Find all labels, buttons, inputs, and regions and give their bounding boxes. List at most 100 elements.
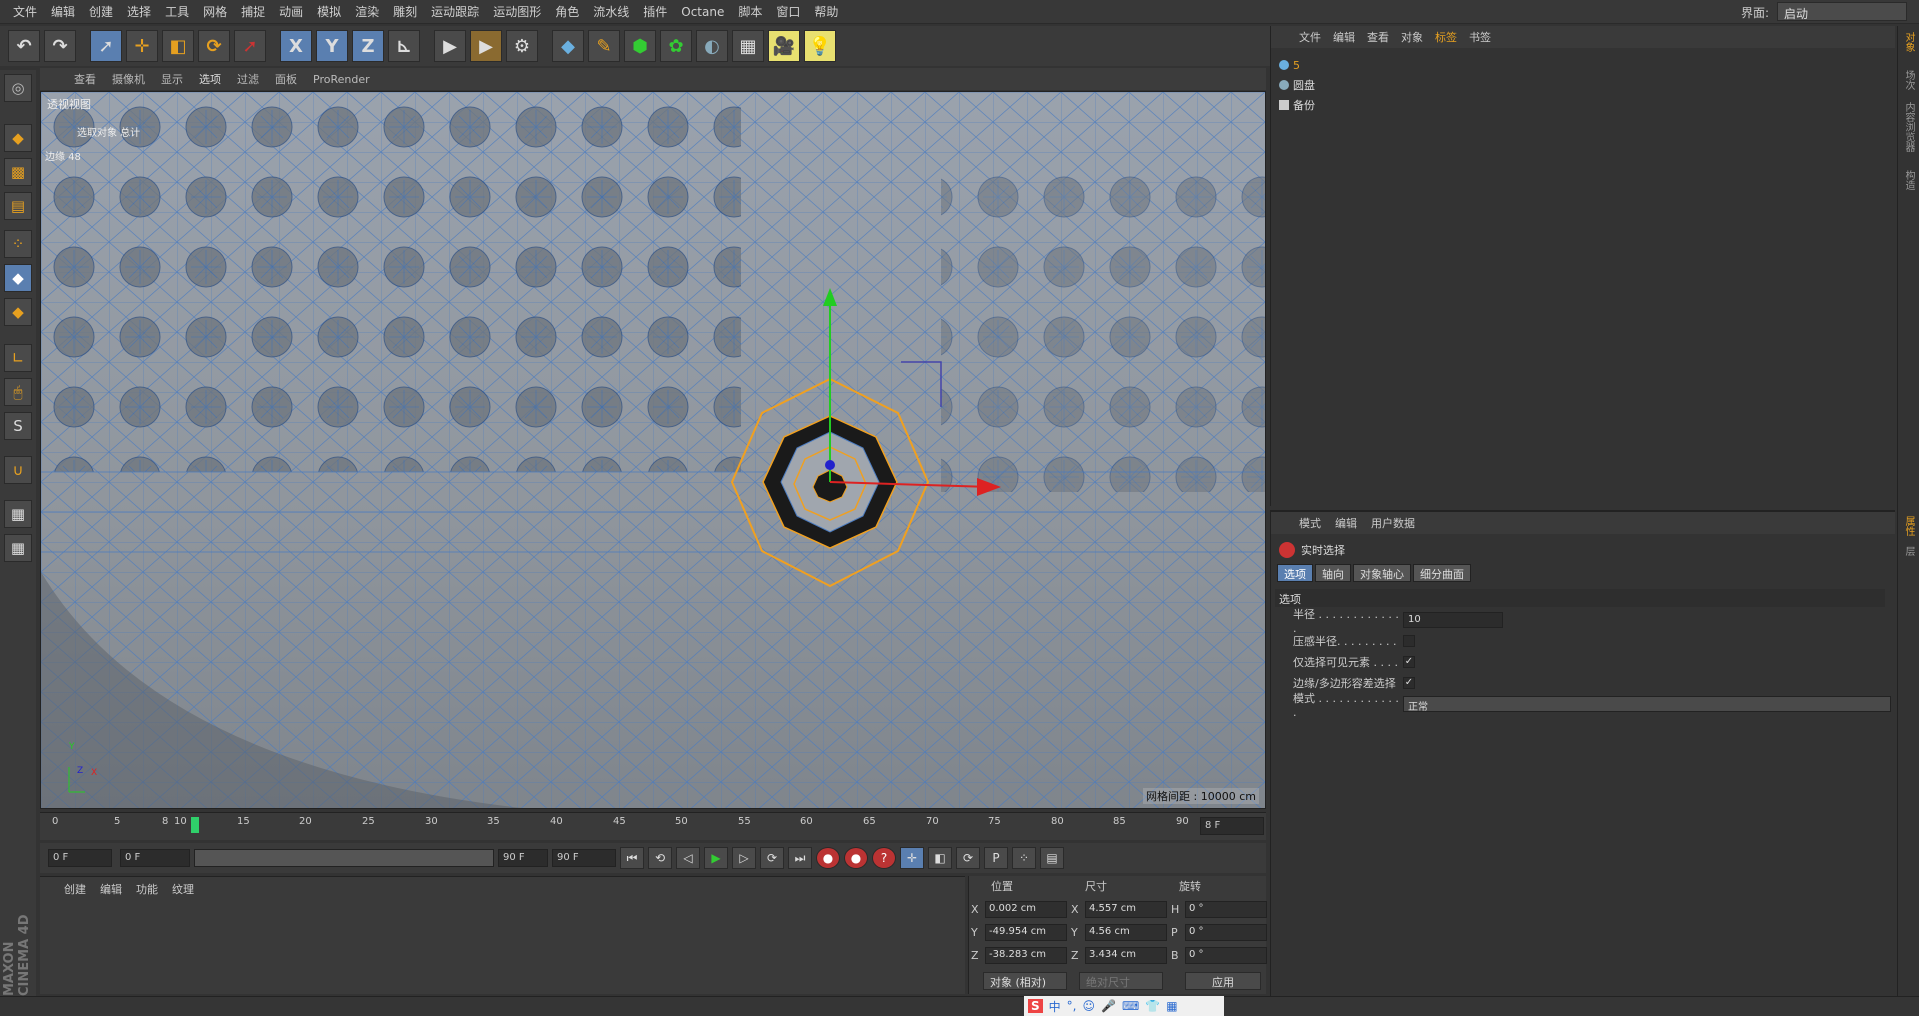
layout-select[interactable]: 启动 xyxy=(1777,2,1907,21)
record-icon[interactable]: ● xyxy=(816,847,840,869)
ime-punctuation[interactable]: °, xyxy=(1067,999,1077,1013)
z-axis-lock-button[interactable]: Z xyxy=(352,30,384,62)
menu-octane[interactable]: Octane xyxy=(674,5,731,19)
sidetab-objects[interactable]: 对象 xyxy=(1901,32,1916,52)
visible-only-checkbox[interactable]: ✓ xyxy=(1403,656,1415,668)
render-view-icon[interactable]: ▶ xyxy=(434,30,466,62)
points-mode-icon[interactable]: ⁘ xyxy=(4,230,32,258)
toolbox-icon[interactable]: ▦ xyxy=(1166,999,1177,1013)
obj-menu-tags[interactable]: 标签 xyxy=(1435,29,1457,45)
perspective-viewport[interactable]: 透视视图 选取对象 总计 边缘 48 Y Z X 网格间距 : 10000 cm xyxy=(40,91,1266,809)
range-slider[interactable] xyxy=(194,849,494,867)
keyframe-selection-icon[interactable]: ? xyxy=(872,847,896,869)
menu-sculpt[interactable]: 雕刻 xyxy=(386,3,424,20)
sidetab-layers[interactable]: 层 xyxy=(1901,546,1916,556)
key-rotation-icon[interactable]: ⟳ xyxy=(956,847,980,869)
render-settings-icon[interactable]: ⚙ xyxy=(506,30,538,62)
make-editable-icon[interactable]: ◎ xyxy=(4,74,32,102)
model-mode-icon[interactable]: ◆ xyxy=(4,124,32,152)
mat-menu-edit[interactable]: 编辑 xyxy=(100,881,122,897)
key-parameter-icon[interactable]: P xyxy=(984,847,1008,869)
apply-button[interactable]: 应用 xyxy=(1185,972,1261,990)
size-mode-select[interactable]: 绝对尺寸 xyxy=(1079,972,1163,990)
current-frame-field[interactable]: 8 F xyxy=(1200,817,1264,835)
vp-menu-options[interactable]: 选项 xyxy=(191,71,229,87)
obj-menu-edit[interactable]: 编辑 xyxy=(1333,29,1355,45)
menu-mograph[interactable]: 运动图形 xyxy=(486,3,548,20)
timeline[interactable]: 0 5 8 10 15 20 25 30 35 40 45 50 55 60 6… xyxy=(40,812,1266,840)
rotate-tool-icon[interactable]: ⟳ xyxy=(198,30,230,62)
menu-tools[interactable]: 工具 xyxy=(158,3,196,20)
mat-menu-function[interactable]: 功能 xyxy=(136,881,158,897)
pen-icon[interactable]: ✎ xyxy=(588,30,620,62)
select-tool-icon[interactable]: ➚ xyxy=(90,30,122,62)
coordinate-mode-select[interactable]: 对象 (相对) xyxy=(983,972,1067,990)
sidetab-content-browser[interactable]: 内容浏览器 xyxy=(1901,102,1916,152)
obj-menu-view[interactable]: 查看 xyxy=(1367,29,1389,45)
coordinate-system-icon[interactable]: ⊾ xyxy=(388,30,420,62)
microphone-icon[interactable]: 🎤 xyxy=(1101,999,1116,1013)
menu-character[interactable]: 角色 xyxy=(548,3,586,20)
skin-icon[interactable]: 👕 xyxy=(1145,999,1160,1013)
position-z-field[interactable]: -38.283 cm xyxy=(985,946,1067,964)
next-frame-icon[interactable]: ▷ xyxy=(732,847,756,869)
ime-toolbar[interactable]: S 中 °, ☺ 🎤 ⌨ 👕 ▦ xyxy=(1024,996,1224,1016)
autokey-icon[interactable]: ● xyxy=(844,847,868,869)
vp-menu-filter[interactable]: 过滤 xyxy=(229,71,267,87)
object-row[interactable]: 5 xyxy=(1279,56,1300,74)
size-y-field[interactable]: 4.56 cm xyxy=(1085,923,1167,941)
menu-snap[interactable]: 捕捉 xyxy=(234,3,272,20)
snap-icon[interactable]: ∪ xyxy=(4,456,32,484)
obj-menu-object[interactable]: 对象 xyxy=(1401,29,1423,45)
start-frame-field[interactable]: 0 F xyxy=(48,849,112,867)
sidetab-attributes[interactable]: 属性 xyxy=(1901,516,1916,536)
keyboard-icon[interactable]: ⌨ xyxy=(1122,999,1139,1013)
menu-help[interactable]: 帮助 xyxy=(807,3,845,20)
size-z-field[interactable]: 3.434 cm xyxy=(1085,946,1167,964)
timeline-window-icon[interactable]: ▤ xyxy=(1040,847,1064,869)
menu-edit[interactable]: 编辑 xyxy=(44,3,82,20)
cloner-icon[interactable]: ✿ xyxy=(660,30,692,62)
y-axis-lock-button[interactable]: Y xyxy=(316,30,348,62)
texture-mode-icon[interactable]: ▩ xyxy=(4,158,32,186)
tweak-icon[interactable]: 🖱 xyxy=(4,378,32,406)
menu-pipeline[interactable]: 流水线 xyxy=(586,3,636,20)
mat-menu-texture[interactable]: 纹理 xyxy=(172,881,194,897)
menu-render[interactable]: 渲染 xyxy=(348,3,386,20)
end-frame-field[interactable]: 90 F xyxy=(552,849,616,867)
menu-create[interactable]: 创建 xyxy=(82,3,120,20)
workplane-icon[interactable]: ▤ xyxy=(4,192,32,220)
playhead[interactable] xyxy=(191,817,199,833)
obj-menu-file[interactable]: 文件 xyxy=(1299,29,1321,45)
cube-icon[interactable]: ◆ xyxy=(552,30,584,62)
vp-menu-display[interactable]: 显示 xyxy=(153,71,191,87)
menu-window[interactable]: 窗口 xyxy=(769,3,807,20)
axis-icon[interactable]: ∟ xyxy=(4,344,32,372)
sidetab-takes[interactable]: 场次 xyxy=(1901,70,1916,90)
key-position-icon[interactable]: ✛ xyxy=(900,847,924,869)
key-scale-icon[interactable]: ◧ xyxy=(928,847,952,869)
mode-select[interactable]: 正常 xyxy=(1403,696,1891,713)
menu-mesh[interactable]: 网格 xyxy=(196,3,234,20)
go-to-end-icon[interactable]: ⏭ xyxy=(788,847,812,869)
rotation-p-field[interactable]: 0 ° xyxy=(1185,923,1267,941)
solo-icon[interactable]: S xyxy=(4,412,32,440)
vp-menu-prorender[interactable]: ProRender xyxy=(305,73,378,86)
attr-menu-mode[interactable]: 模式 xyxy=(1299,515,1321,531)
tab-axis[interactable]: 轴向 xyxy=(1315,564,1351,582)
obj-menu-bookmarks[interactable]: 书签 xyxy=(1469,29,1491,45)
edges-mode-icon[interactable]: ◆ xyxy=(4,264,32,292)
tab-object-axis[interactable]: 对象轴心 xyxy=(1353,564,1411,582)
previous-key-icon[interactable]: ⟲ xyxy=(648,847,672,869)
deformer-icon[interactable]: ◐ xyxy=(696,30,728,62)
range-end-field[interactable]: 90 F xyxy=(498,849,548,867)
sogou-icon[interactable]: S xyxy=(1028,999,1043,1013)
vp-menu-panel[interactable]: 面板 xyxy=(267,71,305,87)
render-to-picture-viewer-icon[interactable]: ▶ xyxy=(470,30,502,62)
edge-tolerance-checkbox[interactable]: ✓ xyxy=(1403,677,1415,689)
rotation-b-field[interactable]: 0 ° xyxy=(1185,946,1267,964)
position-x-field[interactable]: 0.002 cm xyxy=(985,900,1067,918)
menu-file[interactable]: 文件 xyxy=(6,3,44,20)
scale-tool-icon[interactable]: ◧ xyxy=(162,30,194,62)
pressure-radius-checkbox[interactable] xyxy=(1403,635,1415,647)
